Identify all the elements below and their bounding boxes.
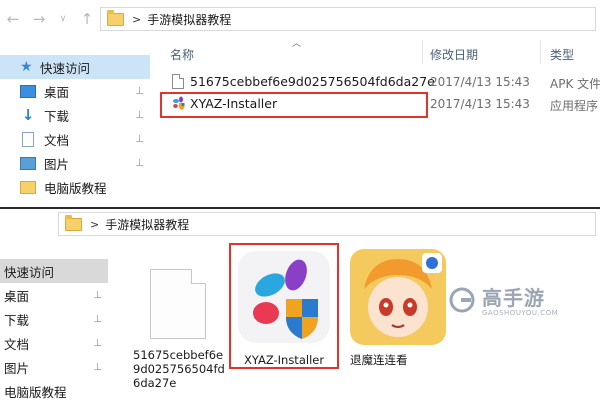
column-header-name[interactable]: 名称 bbox=[170, 46, 194, 63]
file-type: 应用程序 bbox=[550, 99, 599, 113]
forward-arrow-icon[interactable]: → bbox=[26, 10, 52, 28]
sidebar-item-pictures[interactable]: 图片 ⊥ bbox=[0, 151, 150, 175]
file-name-line: 51675cebbef6e bbox=[133, 348, 224, 362]
highlight-box bbox=[160, 92, 428, 118]
column-divider[interactable] bbox=[422, 40, 423, 64]
sidebar-item-label: 文档 bbox=[44, 132, 70, 148]
star-icon: ★ bbox=[20, 59, 33, 75]
sidebar-item-desktop[interactable]: 桌面 ⊥ bbox=[0, 79, 150, 103]
file-date: 2017/4/13 15:43 bbox=[430, 75, 530, 89]
sidebar-item-quick-access[interactable]: 快速访问 bbox=[0, 259, 108, 283]
desktop-icon bbox=[20, 84, 36, 98]
highlight-box bbox=[229, 243, 339, 369]
pin-icon[interactable]: ⊥ bbox=[135, 134, 144, 145]
sidebar-item-downloads[interactable]: ↓ 下载 ⊥ bbox=[0, 103, 150, 127]
pin-icon[interactable]: ⊥ bbox=[135, 110, 144, 121]
breadcrumb-separator: > bbox=[132, 12, 142, 26]
gaoshouyou-logo-icon bbox=[449, 287, 475, 313]
watermark-url: GAOSHOUYOU.COM bbox=[482, 309, 559, 317]
folder-icon bbox=[65, 214, 82, 231]
address-bar[interactable]: > 手游模拟器教程 bbox=[100, 7, 596, 31]
sidebar-item-pc-tutorial[interactable]: 电脑版教程 bbox=[0, 175, 150, 199]
folder-icon bbox=[107, 9, 124, 26]
sidebar-item-desktop[interactable]: 桌面 ⊥ bbox=[0, 283, 108, 307]
sidebar-item-documents[interactable]: 文档 ⊥ bbox=[0, 331, 108, 355]
pin-icon[interactable]: ⊥ bbox=[135, 158, 144, 169]
file-name-line: 6da27e bbox=[133, 376, 177, 390]
sort-ascending-icon: ︿ bbox=[292, 39, 302, 49]
column-divider[interactable] bbox=[540, 40, 541, 64]
pin-icon[interactable]: ⊥ bbox=[135, 86, 144, 97]
file-name: 51675cebbef6e 9d025756504fd 6da27e bbox=[128, 348, 226, 390]
navigation-sidebar: 快速访问 桌面 ⊥ 下载 ⊥ 文档 ⊥ 图片 ⊥ 电脑版教程 bbox=[0, 259, 108, 400]
file-type: APK 文件 bbox=[550, 77, 600, 91]
download-icon: ↓ bbox=[21, 105, 35, 124]
sidebar-item-pc-tutorial[interactable]: 电脑版教程 bbox=[0, 379, 108, 400]
back-arrow-icon[interactable]: ← bbox=[0, 10, 26, 28]
sidebar-item-label: 快速访问 bbox=[40, 60, 91, 76]
sidebar-item-documents[interactable]: 文档 ⊥ bbox=[0, 127, 150, 151]
sidebar-item-label: 下载 bbox=[44, 108, 70, 124]
sidebar-item-quick-access[interactable]: ★ 快速访问 bbox=[0, 55, 150, 79]
sidebar-item-label: 桌面 bbox=[4, 288, 30, 304]
blank-file-icon bbox=[172, 74, 184, 89]
address-bar[interactable]: > 手游模拟器教程 bbox=[58, 212, 596, 236]
pin-icon[interactable]: ⊥ bbox=[93, 290, 102, 301]
file-name: 51675cebbef6e9d025756504fd6da27e bbox=[190, 74, 435, 89]
sidebar-item-label: 下载 bbox=[4, 312, 30, 328]
file-date: 2017/4/13 15:43 bbox=[430, 97, 530, 111]
file-tile[interactable]: 51675cebbef6e 9d025756504fd 6da27e bbox=[128, 249, 226, 399]
watermark-text: 高手游 bbox=[482, 286, 545, 310]
breadcrumb-folder[interactable]: 手游模拟器教程 bbox=[105, 216, 189, 233]
game-app-icon bbox=[350, 249, 446, 345]
sidebar-item-pictures[interactable]: 图片 ⊥ bbox=[0, 355, 108, 379]
sidebar-item-label: 电脑版教程 bbox=[44, 180, 107, 196]
document-icon bbox=[22, 131, 34, 147]
breadcrumb-folder[interactable]: 手游模拟器教程 bbox=[147, 11, 231, 28]
pin-icon[interactable]: ⊥ bbox=[93, 338, 102, 349]
sidebar-item-label: 图片 bbox=[4, 360, 30, 376]
pin-icon[interactable]: ⊥ bbox=[93, 314, 102, 325]
blank-file-icon bbox=[150, 269, 206, 339]
pin-icon[interactable]: ⊥ bbox=[93, 362, 102, 373]
sidebar-item-label: 图片 bbox=[44, 156, 70, 172]
navigation-bar: > 手游模拟器教程 bbox=[0, 209, 600, 239]
sidebar-item-label: 文档 bbox=[4, 336, 30, 352]
recent-locations-dropdown-icon[interactable]: ∨ bbox=[52, 14, 74, 24]
breadcrumb-separator: > bbox=[90, 217, 100, 231]
sidebar-item-label: 快速访问 bbox=[4, 264, 55, 280]
sidebar-item-label: 电脑版教程 bbox=[4, 384, 67, 400]
file-row[interactable]: 51675cebbef6e9d025756504fd6da27e 2017/4/… bbox=[158, 70, 600, 94]
sidebar-item-downloads[interactable]: 下载 ⊥ bbox=[0, 307, 108, 331]
navigation-sidebar: ★ 快速访问 桌面 ⊥ ↓ 下载 ⊥ 文档 ⊥ 图片 ⊥ 电脑版教程 bbox=[0, 55, 150, 199]
column-header-type[interactable]: 类型 bbox=[550, 46, 574, 63]
file-name: 退魔连连看 bbox=[350, 353, 408, 367]
explorer-details-view: ← → ∨ ↑ > 手游模拟器教程 ★ 快速访问 桌面 ⊥ ↓ 下载 ⊥ 文档 … bbox=[0, 0, 600, 207]
column-headers: ︿ 名称 修改日期 类型 bbox=[158, 38, 600, 66]
folder-icon bbox=[20, 180, 36, 194]
sidebar-item-label: 桌面 bbox=[44, 84, 70, 100]
column-header-date[interactable]: 修改日期 bbox=[430, 46, 478, 63]
file-name-line: 9d025756504fd bbox=[133, 362, 225, 376]
explorer-icon-view: > 手游模拟器教程 快速访问 桌面 ⊥ 下载 ⊥ 文档 ⊥ 图片 ⊥ 电脑版教程 bbox=[0, 209, 600, 400]
navigation-bar: ← → ∨ ↑ > 手游模拟器教程 bbox=[0, 0, 600, 38]
watermark: 高手游 GAOSHOUYOU.COM bbox=[448, 282, 572, 324]
pictures-icon bbox=[20, 156, 36, 170]
file-tile[interactable]: 退魔连连看 bbox=[348, 249, 448, 369]
up-arrow-icon[interactable]: ↑ bbox=[74, 10, 100, 28]
